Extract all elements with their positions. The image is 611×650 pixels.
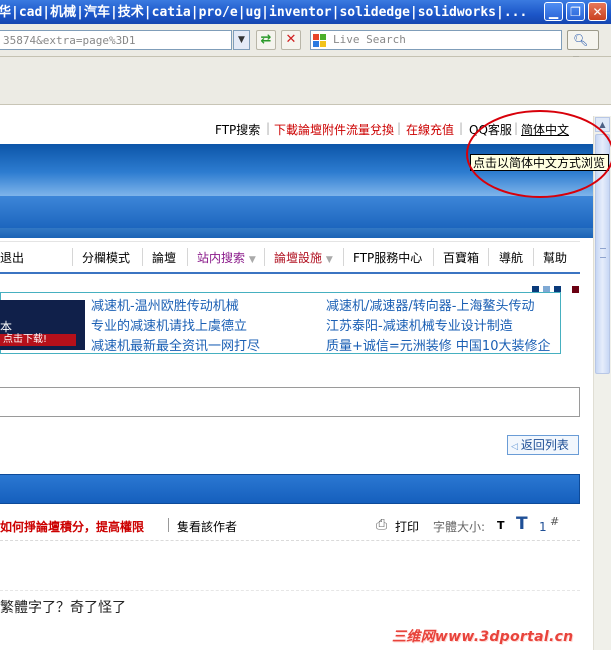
search-button[interactable]: 🔍︎ ▼ [567, 30, 599, 64]
ad-color-square [572, 286, 579, 293]
vertical-scrollbar[interactable]: ▲ [593, 116, 611, 650]
window-title-bar: 华|cad|机械|汽车|技术|catia|pro/e|ug|inventor|s… [0, 0, 611, 24]
post-header-bar [0, 474, 580, 504]
earn-points-link[interactable]: 如何掙論壇積分，提高權限 [0, 518, 144, 535]
nav-item-column-mode[interactable]: 分欄模式 [82, 249, 130, 266]
ad-download-button[interactable]: 点击下载! [0, 334, 76, 346]
printer-icon: ⎙ [376, 517, 388, 533]
ftp-search-link[interactable]: FTP搜索 [215, 121, 260, 138]
recharge-link[interactable]: 在線充值 [406, 121, 454, 138]
minimize-icon: ▁ [548, 5, 559, 19]
nav-item-ftp-service[interactable]: FTP服務中心 [353, 249, 422, 266]
site-watermark: 三维网www.3dportal.cn [392, 629, 574, 645]
refresh-button[interactable]: ⇄ [256, 30, 276, 50]
close-button[interactable]: ✕ [588, 2, 607, 21]
post-divider [0, 590, 580, 592]
post-divider [0, 540, 580, 542]
divider [433, 248, 434, 266]
post-content: 繁體字了？奇了怪了 [0, 600, 126, 616]
nav-item-navigation[interactable]: 導航 [499, 249, 523, 266]
back-to-list-label: 返回列表 [520, 438, 569, 452]
annotation-circle [466, 110, 611, 198]
ad-image-text: 本 [0, 320, 13, 334]
download-exchange-link[interactable]: 下載論壇附件流量兌換 [274, 121, 394, 138]
ad-link[interactable]: 专业的减速机请找上虞德立 [91, 315, 247, 334]
window-title: 华|cad|机械|汽车|技术|catia|pro/e|ug|inventor|s… [0, 5, 528, 20]
font-large-button[interactable]: T [516, 514, 528, 534]
nav-item-site-search[interactable]: 站内搜索 ▼ [197, 249, 256, 266]
ad-link[interactable]: 减速机最新最全资讯一网打尽 [91, 335, 260, 354]
caret-down-icon: ▼ [248, 255, 256, 265]
divider: | [266, 121, 271, 135]
ad-link[interactable]: 质量+诚信=元洲装修 中国10大装修企 [326, 335, 550, 354]
divider [187, 248, 188, 266]
divider [343, 248, 344, 266]
stop-icon: ✕ [285, 32, 297, 47]
stop-button[interactable]: ✕ [281, 30, 301, 50]
font-small-button[interactable]: T [497, 519, 505, 532]
divider [264, 248, 265, 266]
address-toolbar: 35874&extra=page%3D1 ▼ ⇄ ✕ Live Search 🔍… [0, 24, 611, 64]
links-toolbar [0, 57, 611, 79]
ad-link[interactable]: 减速机-温州欧胜传动机械 [91, 295, 239, 314]
nav-item-toolbox[interactable]: 百寶箱 [443, 249, 479, 266]
divider [533, 248, 534, 266]
view-author-only-link[interactable]: 隻看該作者 [177, 518, 237, 535]
refresh-icon: ⇄ [260, 32, 272, 47]
quick-reply-box[interactable] [0, 387, 580, 417]
back-to-list-button[interactable]: ◁ 返回列表 [507, 435, 579, 455]
search-icon: 🔍︎ [573, 33, 589, 47]
restore-icon: ❐ [570, 5, 581, 19]
caret-down-icon: ▼ [325, 255, 333, 265]
ad-link[interactable]: 江苏泰阳-减速机械专业设计制造 [326, 315, 513, 334]
search-input[interactable]: Live Search [310, 30, 562, 50]
ad-banner-image[interactable]: 本 点击下载! [0, 300, 85, 350]
maximize-button[interactable]: ❐ [566, 2, 585, 21]
address-dropdown-button[interactable]: ▼ [233, 30, 250, 50]
ad-link[interactable]: 减速机/减速器/转向器-上海鳌头传动 [326, 295, 534, 314]
arrow-left-icon: ◁ [511, 442, 518, 452]
minimize-button[interactable]: ▁ [544, 2, 563, 21]
nav-item-label: 論壇設施 [274, 251, 323, 265]
post-toolbar: 如何掙論壇積分，提高權限 隻看該作者 ⎙ 打印 字體大小: T T 1 # [0, 512, 580, 538]
divider: | [397, 121, 402, 135]
divider [488, 248, 489, 266]
nav-item-forum-facilities[interactable]: 論壇設施 ▼ [274, 249, 333, 266]
nav-item-help[interactable]: 幫助 [543, 249, 567, 266]
divider [142, 248, 143, 266]
nav-item-forum[interactable]: 論壇 [152, 249, 176, 266]
font-size-label: 字體大小: [433, 520, 486, 534]
nav-item-label: 站内搜索 [197, 251, 246, 265]
divider [72, 248, 73, 266]
floor-number: 1 [539, 520, 547, 534]
divider: | [459, 121, 464, 135]
divider [168, 518, 169, 532]
forum-nav-bar: 退出 分欄模式 論壇 站内搜索 ▼ 論壇設施 ▼ FTP服務中心 百寶箱 導航 … [0, 241, 580, 274]
windows-logo-icon [313, 34, 326, 47]
print-link[interactable]: 打印 [395, 518, 419, 535]
address-input[interactable]: 35874&extra=page%3D1 [0, 30, 232, 50]
tab-strip [0, 79, 611, 105]
floor-mark: # [550, 515, 560, 528]
banner-band [0, 196, 593, 228]
close-icon: ✕ [592, 5, 603, 19]
grip-icon [600, 248, 606, 258]
nav-logout-partial[interactable]: 退出 [0, 249, 24, 266]
chevron-down-icon: ▼ [238, 35, 245, 45]
